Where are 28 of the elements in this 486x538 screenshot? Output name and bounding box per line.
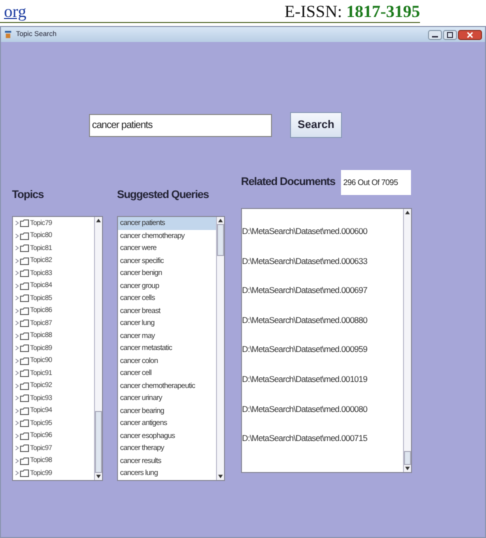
document-path[interactable]: D:\MetaSearch\Dataset\med.000633 <box>242 254 403 284</box>
document-path[interactable]: D:\MetaSearch\Dataset\med.000080 <box>242 402 403 432</box>
document-path[interactable]: D:\MetaSearch\Dataset\med.001019 <box>242 372 403 402</box>
issn-text: E-ISSN: 1817-3195 <box>284 2 420 22</box>
count-field: 296 Out Of 7095 <box>341 170 412 194</box>
scroll-thumb[interactable] <box>217 224 224 256</box>
close-icon[interactable] <box>458 30 482 40</box>
scroll-thumb[interactable] <box>404 451 411 465</box>
scroll-up-icon[interactable] <box>95 217 102 224</box>
related-documents-heading: Related Documents <box>241 175 336 190</box>
document-path[interactable]: D:\MetaSearch\Dataset\med.000600 <box>242 224 403 254</box>
scroll-down-icon[interactable] <box>217 473 224 480</box>
scroll-up-icon[interactable] <box>404 209 411 216</box>
journal-link[interactable]: org <box>4 2 26 22</box>
search-field[interactable]: cancer patients <box>89 114 272 136</box>
document-path[interactable]: D:\MetaSearch\Dataset\med.000715 <box>242 431 403 461</box>
scrollbar[interactable] <box>216 217 224 480</box>
scroll-thumb[interactable] <box>95 411 102 473</box>
minimize-icon[interactable] <box>428 30 442 40</box>
scrollbar[interactable] <box>403 209 411 472</box>
document-path[interactable]: D:\MetaSearch\Dataset\med.000697 <box>242 283 403 313</box>
topics-heading: Topics <box>12 188 45 203</box>
scrollbar[interactable] <box>94 217 102 480</box>
document-path[interactable]: D:\MetaSearch\Dataset\med.000880 <box>242 312 403 342</box>
suggested-queries-heading: Suggested Queries <box>117 188 210 203</box>
document-path[interactable]: D:\MetaSearch\Dataset\med.000959 <box>242 342 403 372</box>
search-button[interactable]: Search <box>290 112 342 138</box>
maximize-icon[interactable] <box>443 30 457 40</box>
